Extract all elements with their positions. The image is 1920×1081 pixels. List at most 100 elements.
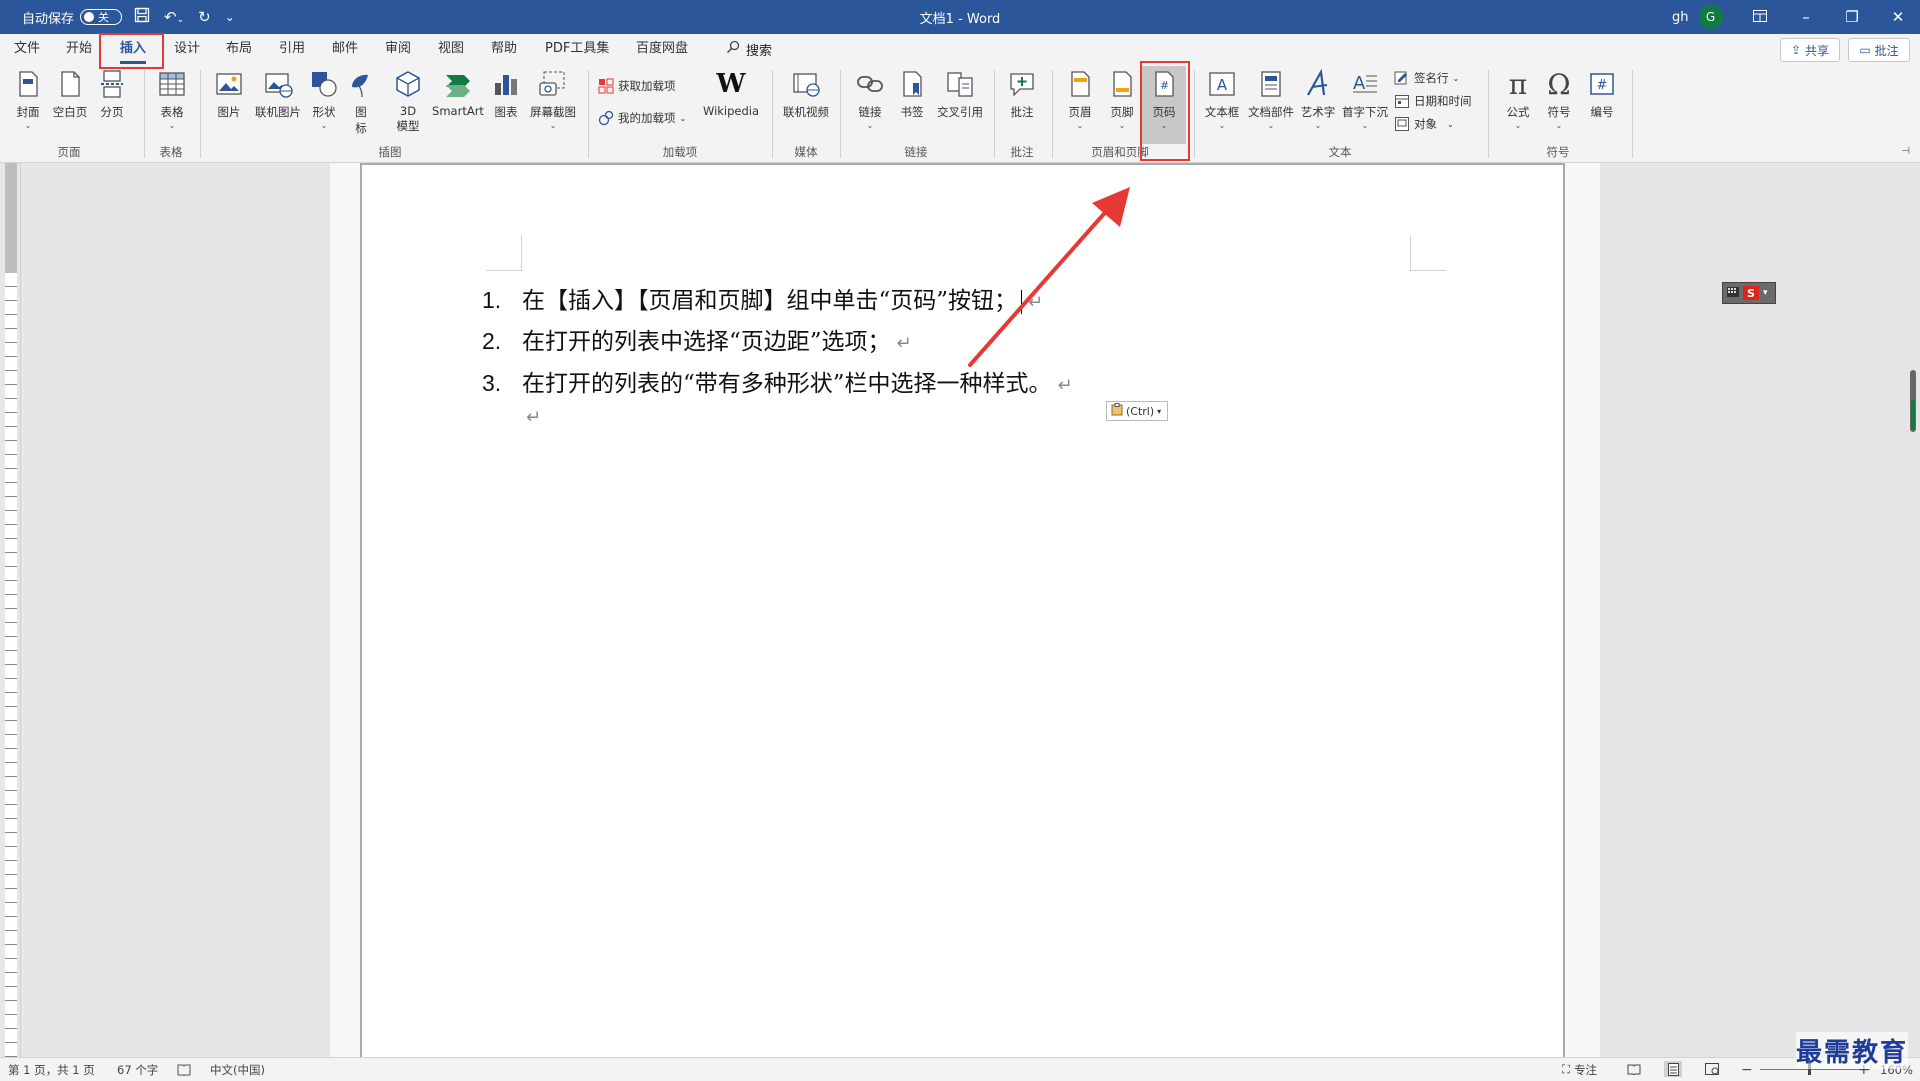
page-count[interactable]: 第 1 页，共 1 页 [8, 1058, 95, 1081]
user-name[interactable]: gh [1672, 10, 1689, 25]
tab-references[interactable]: 引用 [279, 34, 305, 64]
comment-icon [1007, 68, 1037, 100]
pi-icon: π [1508, 67, 1528, 101]
save-icon[interactable] [134, 7, 150, 27]
get-addins-button[interactable]: 获取加载项 [598, 78, 676, 94]
page-break-icon [97, 68, 127, 100]
document-title: 文档1 - Word [919, 11, 1001, 27]
link-button[interactable]: 链接 ⌄ [848, 68, 892, 130]
tab-design[interactable]: 设计 [174, 34, 200, 64]
avatar[interactable]: G [1698, 5, 1723, 29]
cube-icon [393, 68, 423, 100]
comments-button[interactable]: ▭ 批注 [1848, 38, 1910, 62]
minimize-icon[interactable]: – [1783, 8, 1829, 26]
undo-icon[interactable]: ↶⌄ [164, 8, 184, 26]
omega-icon: Ω [1547, 67, 1571, 101]
new-comment-button[interactable]: 批注 [1000, 68, 1044, 120]
text-box-button[interactable]: A 文本框 ⌄ [1200, 68, 1244, 130]
bookmark-button[interactable]: 书签 [890, 68, 934, 120]
autosave-control[interactable]: 自动保存 关 [22, 0, 123, 34]
collapse-ribbon-icon[interactable]: ⊣ [1901, 146, 1910, 157]
page-break-button[interactable]: 分页 [90, 68, 134, 120]
object-button[interactable]: 对象 ⌄ [1394, 116, 1454, 132]
icons-button[interactable]: 图 标 [343, 68, 379, 136]
zoom-slider-track[interactable] [1760, 1069, 1870, 1070]
cross-reference-button[interactable]: 交叉引用 [934, 68, 986, 120]
my-addins-button[interactable]: 我的加载项 ⌄ [598, 110, 686, 126]
word-count[interactable]: 67 个字 [117, 1058, 158, 1081]
wordart-button[interactable]: 艺术字 ⌄ [1296, 68, 1340, 130]
ribbon-display-options-icon[interactable] [1737, 8, 1783, 26]
tab-file[interactable]: 文件 [14, 34, 40, 64]
restore-icon[interactable]: ❐ [1829, 8, 1875, 26]
customize-quick-access-icon[interactable]: ⌄ [225, 10, 235, 24]
signature-line-button[interactable]: 签名行 ⌄ [1394, 70, 1459, 86]
annotation-arrow-icon [968, 187, 1130, 367]
drop-cap-button[interactable]: A 首字下沉 ⌄ [1340, 68, 1390, 130]
autosave-label: 自动保存 [22, 11, 75, 27]
symbol-button[interactable]: Ω 符号 ⌄ [1537, 68, 1581, 130]
vertical-ruler [0, 163, 21, 1057]
proofing-icon[interactable] [177, 1058, 191, 1081]
chart-icon [491, 68, 521, 100]
table-icon [157, 68, 187, 100]
numbering-button[interactable]: # 编号 [1580, 68, 1624, 120]
tab-mailings[interactable]: 邮件 [332, 34, 358, 64]
zoom-out-button[interactable]: − [1741, 1058, 1753, 1081]
online-video-button[interactable]: 联机视频 [780, 68, 832, 120]
list-item[interactable]: 2. 在打开的列表中选择“页边距”选项； ↵ [482, 322, 912, 356]
table-button[interactable]: 表格 ⌄ [150, 68, 194, 130]
wordart-icon [1303, 68, 1333, 100]
search-box[interactable]: 搜索 [726, 34, 772, 64]
picture-icon [214, 68, 244, 100]
tab-home[interactable]: 开始 [66, 34, 92, 64]
read-mode-icon[interactable] [1625, 1061, 1643, 1077]
focus-mode-button[interactable]: ⛶ 专注 [1562, 1058, 1597, 1081]
autosave-toggle[interactable]: 关 [80, 9, 123, 25]
3d-models-button[interactable]: 3D 模型 [386, 68, 430, 134]
text-box-icon: A [1207, 68, 1237, 100]
tab-view[interactable]: 视图 [438, 34, 464, 64]
group-label-pages: 页面 [57, 145, 81, 159]
paste-options-button[interactable]: (Ctrl) ▾ [1106, 401, 1168, 421]
smartart-button[interactable]: SmartArt [430, 68, 486, 118]
wikipedia-button[interactable]: W Wikipedia [700, 68, 762, 118]
paragraph-mark-icon: ↵ [1057, 375, 1073, 396]
header-button[interactable]: 页眉 ⌄ [1058, 68, 1102, 130]
print-layout-icon[interactable] [1664, 1061, 1682, 1077]
tab-help[interactable]: 帮助 [491, 34, 517, 64]
shapes-button[interactable]: 形状 ⌄ [302, 68, 346, 130]
shapes-icon [309, 68, 339, 100]
chart-button[interactable]: 图表 [484, 68, 528, 120]
input-method-toolbar[interactable]: S ▾ [1722, 282, 1776, 304]
tab-layout[interactable]: 布局 [226, 34, 252, 64]
share-button[interactable]: ⇪ 共享 [1780, 38, 1840, 62]
object-icon [1394, 116, 1410, 132]
group-label-media: 媒体 [794, 145, 818, 159]
signature-icon [1394, 70, 1410, 86]
title-bar: 自动保存 关 ↶⌄ ↻ ⌄ 文档1 - Word gh G – ❐ ✕ [0, 0, 1920, 34]
smartart-icon [443, 68, 473, 100]
online-pictures-button[interactable]: 联机图片 [253, 68, 303, 120]
blank-page-icon [55, 68, 85, 100]
footer-button[interactable]: 页脚 ⌄ [1100, 68, 1144, 130]
blank-page-button[interactable]: 空白页 [48, 68, 92, 120]
close-icon[interactable]: ✕ [1875, 8, 1920, 26]
empty-paragraph[interactable]: ↵ [520, 403, 541, 429]
date-time-button[interactable]: 日期和时间 [1394, 93, 1472, 109]
language-indicator[interactable]: 中文(中国) [210, 1058, 265, 1081]
pictures-button[interactable]: 图片 [207, 68, 251, 120]
cover-page-button[interactable]: 封面 ⌄ [6, 68, 50, 130]
equation-button[interactable]: π 公式 ⌄ [1496, 68, 1540, 130]
tab-review[interactable]: 审阅 [385, 34, 411, 64]
list-item[interactable]: 1. 在【插入】【页眉和页脚】组中单击“页码”按钮； ↵ [482, 281, 1043, 315]
quick-parts-button[interactable]: 文档部件 ⌄ [1246, 68, 1296, 130]
tab-baidu-netdisk[interactable]: 百度网盘 [636, 34, 688, 64]
screenshot-button[interactable]: 屏幕截图 ⌄ [528, 68, 578, 130]
comment-icon: ▭ [1859, 43, 1871, 57]
group-label-comments: 批注 [1010, 145, 1034, 159]
redo-icon[interactable]: ↻ [198, 8, 211, 26]
tab-pdf-tools[interactable]: PDF工具集 [545, 34, 609, 64]
web-layout-icon[interactable] [1703, 1061, 1721, 1077]
share-icon: ⇪ [1790, 43, 1802, 57]
